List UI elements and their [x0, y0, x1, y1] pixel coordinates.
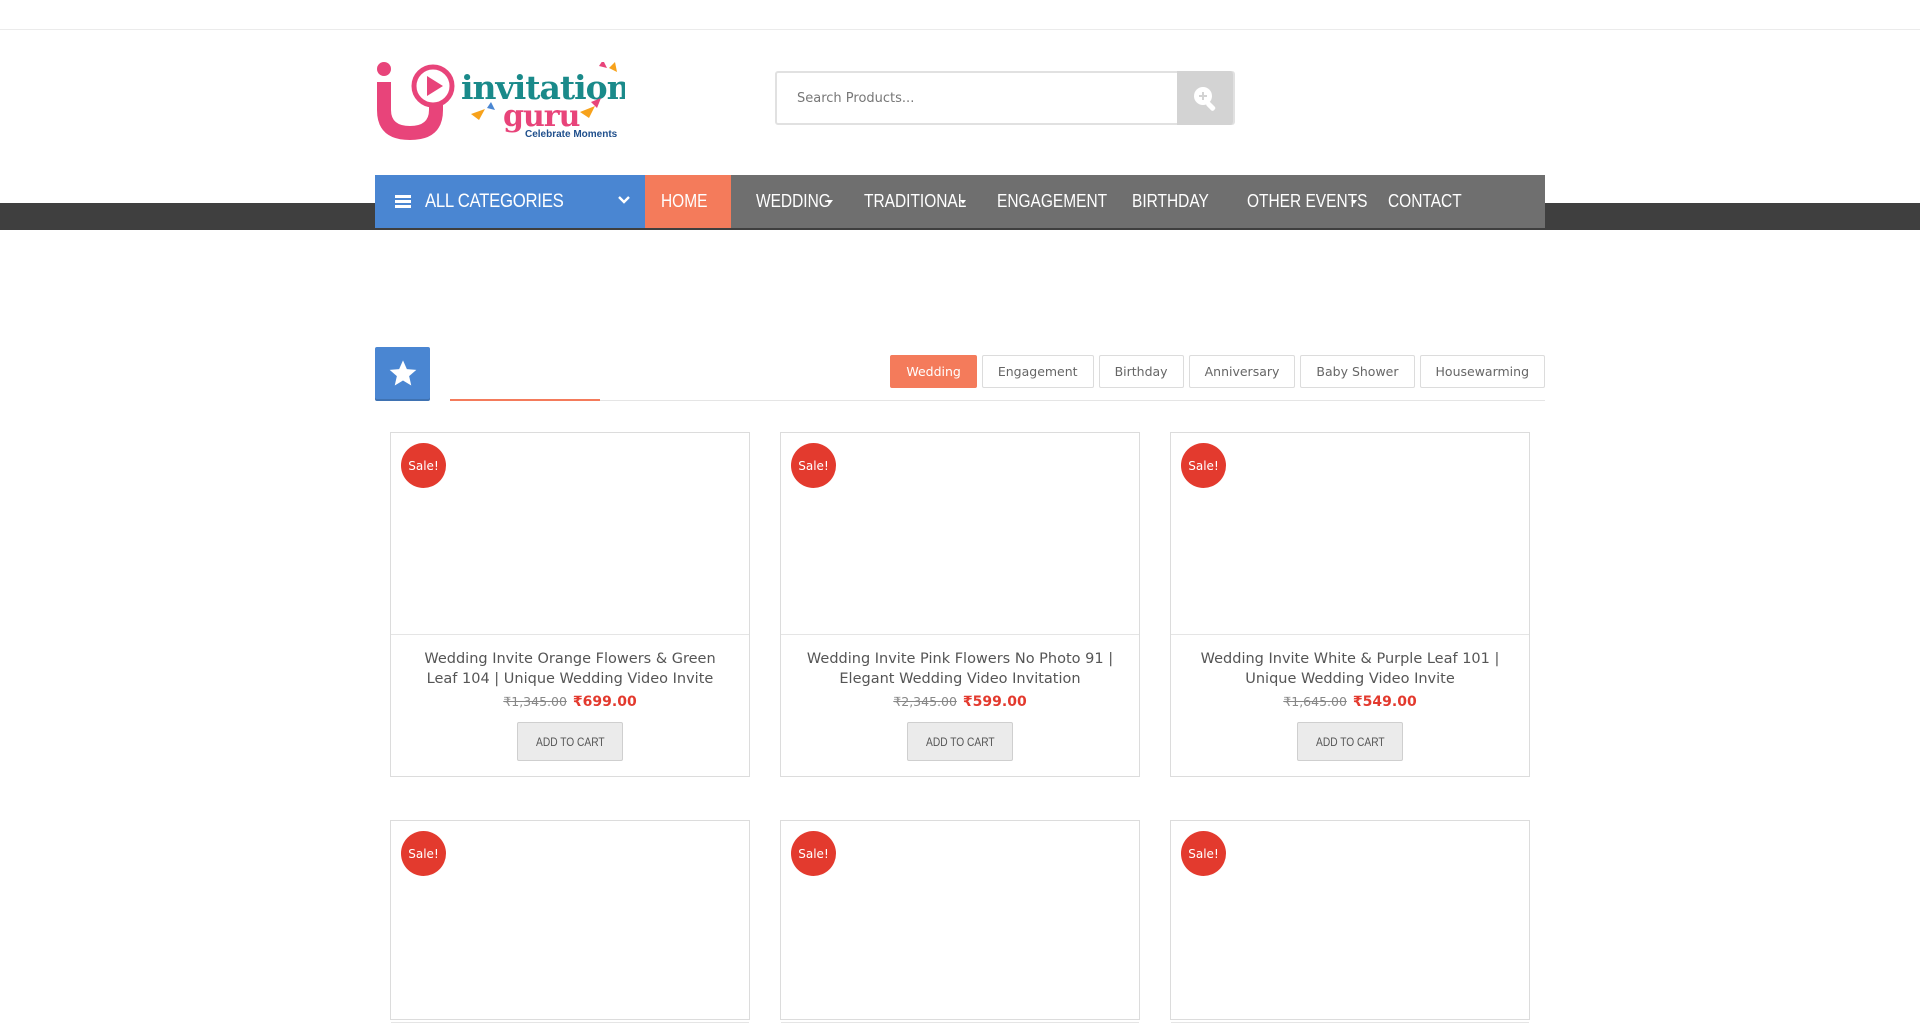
add-to-cart-button[interactable]: ADD TO CART	[907, 722, 1013, 761]
product-card[interactable]: Sale!	[390, 820, 750, 1023]
product-card[interactable]: Sale! Wedding Invite White & Purple Leaf…	[1170, 432, 1530, 777]
sale-badge: Sale!	[1181, 443, 1226, 488]
nav-item-home[interactable]: HOME	[645, 175, 731, 228]
sale-badge: Sale!	[1181, 831, 1226, 876]
nav-item-contact[interactable]: CONTACT	[1369, 175, 1469, 228]
search-icon	[1194, 87, 1216, 111]
sale-price: ₹699.00	[572, 694, 637, 710]
product-image[interactable]: Sale!	[1171, 433, 1529, 635]
product-card[interactable]: Sale! Wedding Invite Orange Flowers & Gr…	[390, 432, 750, 777]
original-price: ₹2,345.00	[893, 694, 957, 709]
product-image[interactable]: Sale!	[781, 433, 1139, 635]
filter-tab-wedding[interactable]: Wedding	[890, 355, 977, 388]
filter-tab-engagement[interactable]: Engagement	[981, 355, 1094, 388]
caret-down-icon	[827, 200, 833, 204]
nav-item-traditional[interactable]: TRADITIONAL	[839, 175, 972, 228]
filter-tab-birthday[interactable]: Birthday	[1098, 355, 1184, 388]
sale-price: ₹549.00	[1352, 694, 1417, 710]
product-price: ₹1,345.00 ₹699.00	[391, 694, 749, 710]
search-button[interactable]	[1177, 71, 1233, 125]
product-card[interactable]: Sale!	[780, 820, 1140, 1023]
search-bar	[775, 71, 1235, 125]
product-price: ₹2,345.00 ₹599.00	[781, 694, 1139, 710]
product-title[interactable]: Wedding Invite Pink Flowers No Photo 91 …	[797, 649, 1123, 689]
sale-price: ₹599.00	[962, 694, 1027, 710]
section-divider	[450, 400, 1545, 401]
nav-item-engagement[interactable]: ENGAGEMENT	[972, 175, 1108, 228]
product-title[interactable]: Wedding Invite Orange Flowers & Green Le…	[407, 649, 733, 689]
filter-tab-anniversary[interactable]: Anniversary	[1188, 355, 1296, 388]
star-icon	[389, 360, 416, 386]
product-image[interactable]: Sale!	[391, 433, 749, 635]
product-card[interactable]: Sale! Wedding Invite Pink Flowers No Pho…	[780, 432, 1140, 777]
chevron-down-icon	[618, 196, 630, 204]
section-divider-accent	[450, 399, 600, 401]
nav-item-wedding[interactable]: WEDDING	[731, 175, 839, 228]
filter-tab-housewarming[interactable]: Housewarming	[1419, 355, 1545, 388]
caret-down-icon	[960, 200, 966, 204]
logo-tagline: Celebrate Moments	[525, 129, 618, 140]
sale-badge: Sale!	[791, 443, 836, 488]
caret-down-icon	[1351, 200, 1357, 204]
sale-badge: Sale!	[401, 831, 446, 876]
site-logo[interactable]: invitation guru Celebrate Moments	[375, 60, 632, 142]
top-bar	[0, 0, 1920, 30]
product-card[interactable]: Sale!	[1170, 820, 1530, 1023]
filter-tab-baby-shower[interactable]: Baby Shower	[1300, 355, 1415, 388]
nav-item-birthday[interactable]: BIRTHDAY	[1108, 175, 1222, 228]
product-title[interactable]: Wedding Invite White & Purple Leaf 101 |…	[1187, 649, 1513, 689]
all-categories-label: ALL CATEGORIES	[425, 190, 564, 212]
product-price: ₹1,645.00 ₹549.00	[1171, 694, 1529, 710]
sale-badge: Sale!	[401, 443, 446, 488]
menu-icon	[395, 195, 411, 208]
add-to-cart-button[interactable]: ADD TO CART	[1297, 722, 1403, 761]
search-input[interactable]	[777, 73, 1180, 123]
category-filter-tabs: Wedding Engagement Birthday Anniversary …	[890, 355, 1545, 388]
nav-menu: HOME WEDDING TRADITIONAL ENGAGEMENT BIRT…	[645, 175, 1469, 228]
section-icon-box	[375, 347, 430, 401]
all-categories-button[interactable]: ALL CATEGORIES	[375, 175, 645, 228]
featured-section-header: Wedding Engagement Birthday Anniversary …	[375, 347, 1545, 402]
add-to-cart-button[interactable]: ADD TO CART	[517, 722, 623, 761]
sale-badge: Sale!	[791, 831, 836, 876]
main-nav: ALL CATEGORIES HOME WEDDING TRADITIONAL …	[375, 175, 1545, 228]
nav-item-other-events[interactable]: OTHER EVENTS	[1222, 175, 1369, 228]
original-price: ₹1,345.00	[503, 694, 567, 709]
original-price: ₹1,645.00	[1283, 694, 1347, 709]
